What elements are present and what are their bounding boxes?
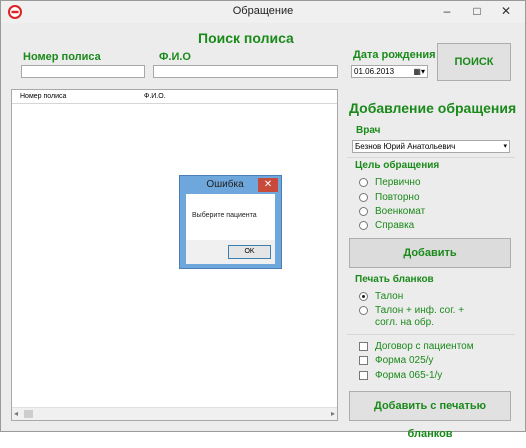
radio-dot[interactable]	[359, 178, 368, 187]
search-button[interactable]: ПОИСК	[437, 43, 511, 81]
chevron-down-icon[interactable]: ▾	[503, 142, 507, 150]
patients-grid[interactable]: Номер полиса Ф.И.О. ◂ ▸	[11, 89, 338, 421]
scroll-right-icon[interactable]: ▸	[331, 409, 335, 418]
birth-date-label: Дата рождения	[353, 49, 436, 61]
purpose-label: Цель обращения	[355, 160, 440, 171]
dialog-ok-button[interactable]: OK	[228, 245, 271, 259]
calendar-icon[interactable]: ▦▾	[413, 67, 425, 76]
grid-header: Номер полиса Ф.И.О.	[12, 90, 337, 104]
checkbox[interactable]	[359, 342, 368, 351]
checkbox[interactable]	[359, 371, 368, 380]
birth-date-input[interactable]: 01.06.2013 ▦▾	[351, 65, 428, 78]
dialog-footer: OK	[186, 240, 275, 264]
divider	[347, 334, 515, 335]
minimize-button[interactable]: –	[433, 1, 461, 21]
policy-input[interactable]	[21, 65, 145, 78]
doctor-value: Безнов Юрий Анатольевич	[355, 142, 456, 151]
main-window: Обращение – □ ✕ Поиск полиса Номер полис…	[0, 0, 526, 440]
radio-dot[interactable]	[359, 193, 368, 202]
doctor-label: Врач	[356, 125, 381, 136]
scroll-thumb[interactable]	[24, 410, 33, 418]
column-fio[interactable]: Ф.И.О.	[144, 93, 166, 100]
horizontal-scrollbar[interactable]: ◂ ▸	[12, 407, 337, 420]
radio-dot[interactable]	[359, 207, 368, 216]
divider	[347, 157, 515, 158]
maximize-button[interactable]: □	[463, 1, 491, 21]
fio-input[interactable]	[153, 65, 338, 78]
radio-dot[interactable]	[359, 306, 368, 315]
print-label: Печать бланков	[355, 274, 434, 285]
add-button[interactable]: Добавить	[349, 238, 511, 268]
radio-dot[interactable]	[359, 292, 368, 301]
column-policy[interactable]: Номер полиса	[20, 93, 66, 100]
search-heading: Поиск полиса	[198, 30, 294, 46]
fio-label: Ф.И.О	[159, 51, 191, 63]
dialog-title: Ошибка	[206, 179, 244, 190]
add-with-print-button[interactable]: Добавить с печатью бланков	[349, 391, 511, 440]
dialog-message: Выберите пациента	[192, 212, 257, 219]
title-bar: Обращение – □ ✕	[1, 1, 525, 23]
add-heading: Добавление обращения	[349, 100, 517, 116]
checkbox[interactable]	[359, 356, 368, 365]
birth-date-value: 01.06.2013	[354, 67, 395, 76]
policy-label: Номер полиса	[23, 51, 101, 63]
error-dialog: Ошибка ✕ Выберите пациента OK	[179, 175, 282, 269]
dialog-close-button[interactable]: ✕	[258, 178, 278, 192]
dialog-body: Выберите пациента OK	[186, 194, 275, 264]
scroll-left-icon[interactable]: ◂	[14, 409, 18, 418]
close-button[interactable]: ✕	[492, 1, 520, 21]
doctor-select[interactable]: Безнов Юрий Анатольевич ▾	[352, 140, 510, 153]
radio-dot[interactable]	[359, 221, 368, 230]
